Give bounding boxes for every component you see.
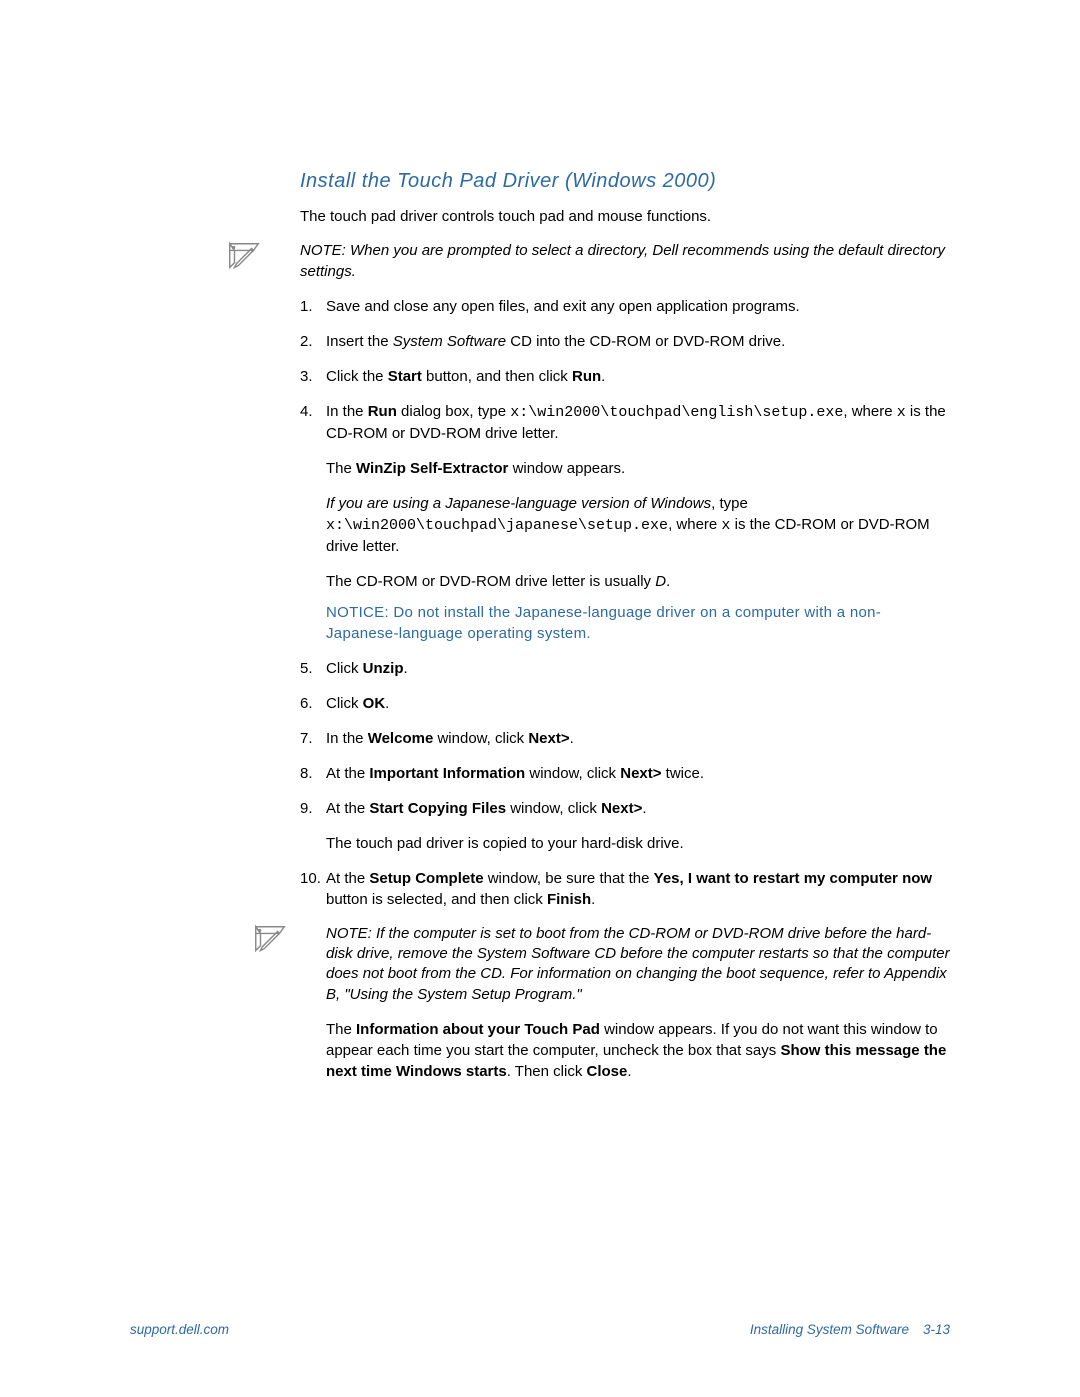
finish-bold: Finish (547, 891, 591, 908)
note-block-1: NOTE: When you are prompted to select a … (300, 241, 950, 282)
footer-section-title: Installing System Software (750, 1322, 909, 1337)
step-5: Click Unzip. (300, 658, 950, 679)
step-4-sub-japanese: If you are using a Japanese-language ver… (326, 493, 950, 557)
start-copying-bold: Start Copying Files (369, 800, 506, 817)
trailing-paragraph: The Information about your Touch Pad win… (326, 1019, 950, 1082)
step-1-text: Save and close any open files, and exit … (326, 298, 800, 315)
step-6: Click OK. (300, 693, 950, 714)
system-software-italic: System Software (393, 333, 506, 350)
note-2-text: NOTE: If the computer is set to boot fro… (326, 924, 950, 1005)
path-english: x:\win2000\touchpad\english\setup.exe (510, 404, 843, 421)
close-bold: Close (587, 1063, 628, 1080)
step-2: Insert the System Software CD into the C… (300, 331, 950, 352)
pencil-note-icon (225, 239, 263, 277)
section-heading: Install the Touch Pad Driver (Windows 20… (300, 170, 950, 193)
page-footer: support.dell.com Installing System Softw… (130, 1322, 950, 1337)
step-4-sub-winzip: The WinZip Self-Extractor window appears… (326, 458, 950, 479)
step-10: At the Setup Complete window, be sure th… (300, 868, 950, 1082)
path-japanese: x:\win2000\touchpad\japanese\setup.exe (326, 517, 668, 534)
note-1-text: NOTE: When you are prompted to select a … (300, 241, 950, 282)
d-italic: D (655, 573, 666, 590)
japanese-italic: If you are using a Japanese-language ver… (326, 495, 711, 512)
content-column: Install the Touch Pad Driver (Windows 20… (300, 170, 950, 1082)
start-bold: Start (388, 368, 422, 385)
restart-bold: Yes, I want to restart my computer now (654, 870, 932, 887)
step-3: Click the Start button, and then click R… (300, 366, 950, 387)
step-7: In the Welcome window, click Next>. (300, 728, 950, 749)
footer-page-number: 3-13 (923, 1322, 950, 1337)
welcome-bold: Welcome (368, 730, 434, 747)
unzip-bold: Unzip (363, 660, 404, 677)
steps-list: Save and close any open files, and exit … (300, 296, 950, 1082)
run-bold-2: Run (368, 403, 397, 420)
step-9-sub: The touch pad driver is copied to your h… (326, 833, 950, 854)
note-block-2: NOTE: If the computer is set to boot fro… (326, 924, 950, 1005)
info-touchpad-bold: Information about your Touch Pad (356, 1021, 600, 1038)
winzip-bold: WinZip Self-Extractor (356, 460, 508, 477)
page: Install the Touch Pad Driver (Windows 20… (0, 0, 1080, 1397)
notice-text: NOTICE: Do not install the Japanese-lang… (326, 602, 950, 644)
footer-url: support.dell.com (130, 1322, 229, 1337)
step-1: Save and close any open files, and exit … (300, 296, 950, 317)
pencil-note-icon (251, 922, 289, 960)
step-9: At the Start Copying Files window, click… (300, 798, 950, 854)
footer-right: Installing System Software 3-13 (750, 1322, 950, 1337)
x-var-1: x (897, 404, 906, 421)
ok-bold: OK (363, 695, 386, 712)
setup-complete-bold: Setup Complete (369, 870, 483, 887)
step-4-sub-driveletter: The CD-ROM or DVD-ROM drive letter is us… (326, 571, 950, 592)
next-bold-1: Next> (528, 730, 569, 747)
run-bold: Run (572, 368, 601, 385)
step-8: At the Important Information window, cli… (300, 763, 950, 784)
next-bold-3: Next> (601, 800, 642, 817)
important-info-bold: Important Information (369, 765, 525, 782)
intro-text: The touch pad driver controls touch pad … (300, 207, 950, 227)
next-bold-2: Next> (620, 765, 661, 782)
step-4: In the Run dialog box, type x:\win2000\t… (300, 401, 950, 644)
